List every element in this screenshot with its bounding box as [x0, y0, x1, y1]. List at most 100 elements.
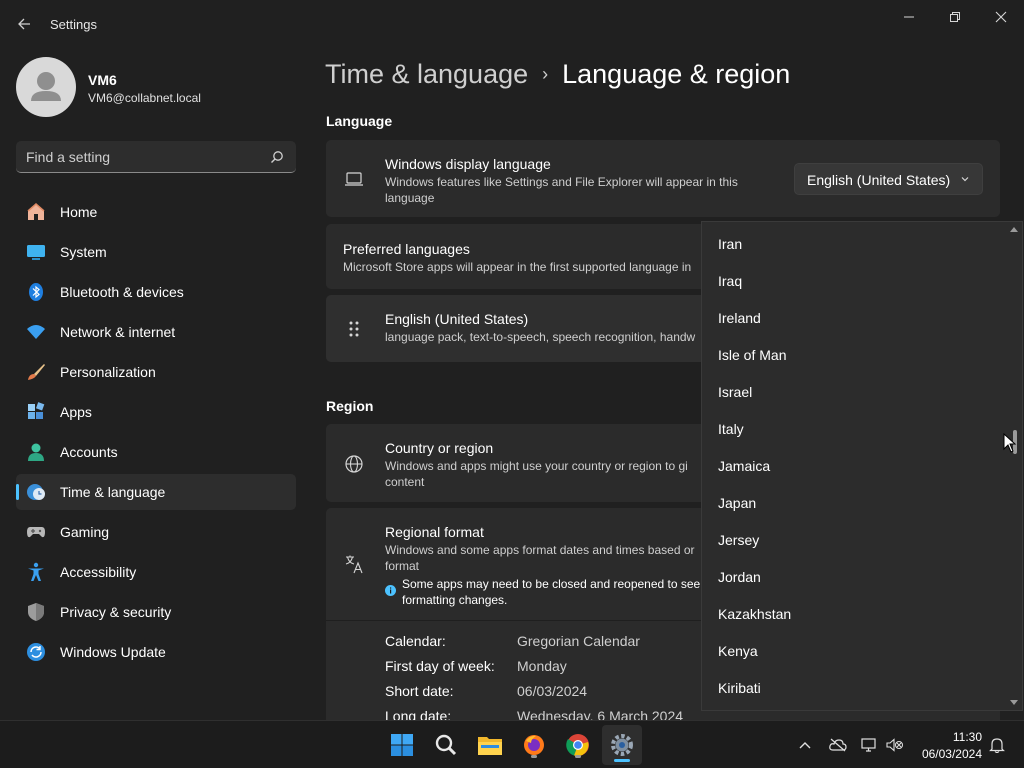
- chevron-up-icon: [799, 742, 811, 749]
- country-option[interactable]: Jamaica: [718, 458, 770, 474]
- short-date-value: 06/03/2024: [517, 683, 588, 699]
- title-bar: Settings: [0, 0, 1024, 48]
- time-language-icon: [26, 482, 46, 502]
- country-option[interactable]: Kenya: [718, 643, 758, 659]
- clock-time[interactable]: 11:30: [940, 730, 982, 744]
- sidebar-item-windows-update[interactable]: Windows Update: [16, 634, 296, 670]
- apps-icon: [26, 402, 46, 422]
- taskbar-file-explorer[interactable]: [474, 729, 506, 761]
- windows-start-icon: [391, 734, 413, 756]
- regional-format-desc: Windows and some apps format dates and t…: [385, 543, 695, 573]
- country-option[interactable]: Jordan: [718, 569, 761, 585]
- minimize-icon: [904, 16, 914, 18]
- wifi-icon: [26, 322, 46, 342]
- file-explorer-icon: [478, 737, 502, 755]
- network-tray-button[interactable]: [860, 737, 878, 753]
- display-language-title: Windows display language: [385, 156, 551, 172]
- country-option[interactable]: Kiribati: [718, 680, 761, 696]
- system-icon: [26, 242, 46, 262]
- display-language-select[interactable]: English (United States): [794, 163, 983, 195]
- country-option[interactable]: Iran: [718, 236, 742, 252]
- drag-handle-icon[interactable]: [344, 319, 364, 339]
- running-indicator: [531, 755, 537, 758]
- volume-muted-icon: [886, 738, 903, 752]
- preferred-languages-title: Preferred languages: [343, 241, 470, 257]
- sidebar-item-accessibility[interactable]: Accessibility: [16, 554, 296, 590]
- accounts-icon: [26, 442, 46, 462]
- globe-icon: [345, 455, 363, 473]
- taskbar-firefox[interactable]: [518, 729, 550, 761]
- sidebar-item-accounts[interactable]: Accounts: [16, 434, 296, 470]
- sidebar-item-label: System: [60, 244, 107, 260]
- sidebar-item-label: Bluetooth & devices: [60, 284, 184, 300]
- home-icon: [26, 202, 46, 222]
- close-button[interactable]: [978, 6, 1024, 28]
- onedrive-tray-button[interactable]: [829, 737, 847, 753]
- country-option[interactable]: Kazakhstan: [718, 606, 791, 622]
- scroll-down-arrow-icon[interactable]: [1009, 699, 1019, 707]
- sidebar-item-personalization[interactable]: Personalization: [16, 354, 296, 390]
- minimize-button[interactable]: [886, 6, 932, 28]
- sidebar-item-label: Windows Update: [60, 644, 166, 660]
- avatar[interactable]: [16, 57, 76, 117]
- country-option[interactable]: Iraq: [718, 273, 742, 289]
- notifications-button[interactable]: [988, 737, 1006, 753]
- regional-format-icon: [345, 555, 363, 574]
- laptop-icon: [345, 172, 363, 186]
- section-title-language: Language: [326, 113, 393, 129]
- back-button[interactable]: [10, 12, 38, 36]
- gamepad-icon: [26, 522, 46, 542]
- country-option[interactable]: Ireland: [718, 310, 761, 326]
- country-dropdown-list[interactable]: Iran Iraq Ireland Isle of Man Israel Ita…: [701, 221, 1023, 711]
- country-region-title: Country or region: [385, 440, 494, 456]
- section-title-region: Region: [326, 398, 374, 414]
- sidebar-item-label: Accessibility: [60, 564, 137, 580]
- calendar-label: Calendar:: [385, 633, 446, 649]
- sidebar-item-label: Privacy & security: [60, 604, 172, 620]
- app-title: Settings: [50, 17, 97, 32]
- scroll-up-arrow-icon[interactable]: [1009, 225, 1019, 233]
- clock-date[interactable]: 06/03/2024: [915, 747, 982, 761]
- country-option[interactable]: Israel: [718, 384, 752, 400]
- taskbar-settings[interactable]: [602, 725, 642, 765]
- accessibility-icon: [26, 562, 46, 582]
- search-icon: [435, 734, 457, 756]
- country-option[interactable]: Isle of Man: [718, 347, 786, 363]
- running-indicator: [575, 755, 581, 758]
- taskbar-search-button[interactable]: [430, 729, 462, 761]
- windows-start-button[interactable]: [386, 729, 418, 761]
- chrome-icon: [566, 734, 589, 757]
- breadcrumb-parent[interactable]: Time & language: [325, 59, 528, 89]
- taskbar-chrome[interactable]: [562, 729, 594, 761]
- sidebar-item-gaming[interactable]: Gaming: [16, 514, 296, 550]
- regional-format-title: Regional format: [385, 524, 484, 540]
- sidebar-item-home[interactable]: Home: [16, 194, 296, 230]
- volume-tray-button[interactable]: [886, 737, 904, 753]
- sidebar-item-privacy[interactable]: Privacy & security: [16, 594, 296, 630]
- restore-button[interactable]: [932, 6, 978, 28]
- first-day-value: Monday: [517, 658, 567, 674]
- close-icon: [995, 11, 1007, 23]
- sidebar-item-apps[interactable]: Apps: [16, 394, 296, 430]
- sidebar-item-network[interactable]: Network & internet: [16, 314, 296, 350]
- sidebar-item-time-language[interactable]: Time & language: [16, 474, 296, 510]
- country-option[interactable]: Japan: [718, 495, 756, 511]
- sidebar-item-label: Apps: [60, 404, 92, 420]
- display-language-desc: Windows features like Settings and File …: [385, 175, 738, 205]
- search-input[interactable]: [26, 141, 266, 172]
- search-icon[interactable]: [270, 150, 284, 164]
- sidebar-item-label: Personalization: [60, 364, 156, 380]
- update-icon: [26, 642, 46, 662]
- bell-icon: [989, 738, 1005, 753]
- breadcrumb: Time & language › Language & region: [325, 59, 790, 90]
- firefox-icon: [524, 735, 544, 755]
- show-hidden-icons-button[interactable]: [796, 737, 814, 753]
- user-icon: [31, 72, 61, 101]
- chevron-down-icon: [961, 177, 969, 182]
- country-option[interactable]: Jersey: [718, 532, 759, 548]
- sidebar-item-bluetooth[interactable]: Bluetooth & devices: [16, 274, 296, 310]
- search-box[interactable]: [16, 141, 296, 173]
- sidebar-item-system[interactable]: System: [16, 234, 296, 270]
- country-option[interactable]: Italy: [718, 421, 744, 437]
- preferred-languages-desc: Microsoft Store apps will appear in the …: [343, 260, 692, 274]
